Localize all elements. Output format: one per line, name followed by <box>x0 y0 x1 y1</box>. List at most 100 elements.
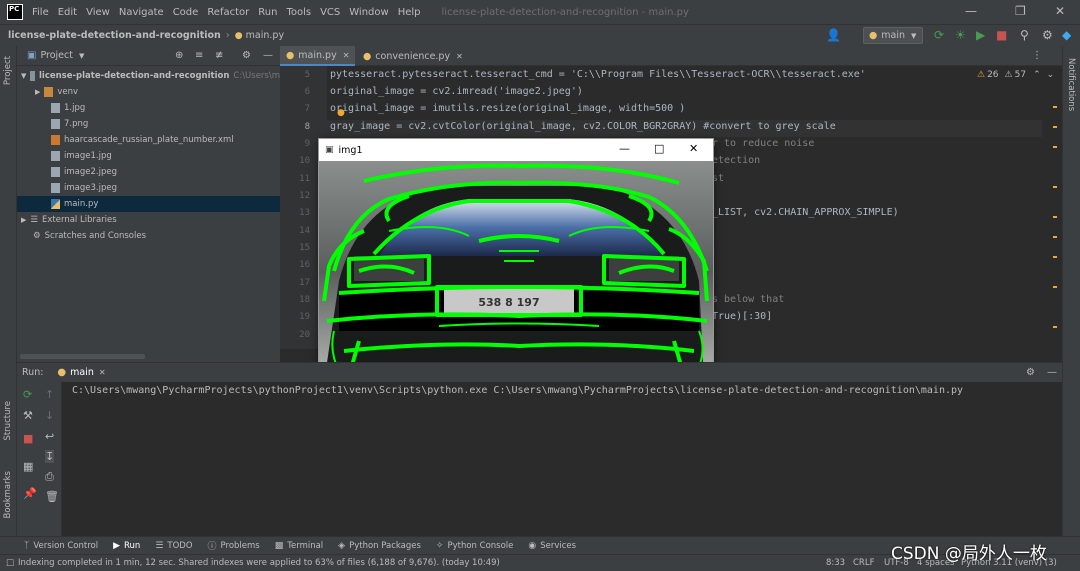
print-icon[interactable]: ⎙ <box>45 470 54 484</box>
menu-vcs[interactable]: VCS <box>320 7 340 18</box>
image-window-titlebar[interactable]: ▣ img1 — □ ✕ <box>319 139 713 161</box>
terminal-icon: ▩ <box>274 540 284 551</box>
tree-root[interactable]: ▼ license-plate-detection-and-recognitio… <box>17 68 280 84</box>
navigation-bar: license-plate-detection-and-recognition … <box>0 24 1080 46</box>
breadcrumb-project[interactable]: license-plate-detection-and-recognition <box>8 30 221 41</box>
close-tab-icon[interactable]: ✕ <box>456 52 463 61</box>
project-panel-title[interactable]: Project <box>40 50 73 61</box>
collapse-all-icon[interactable]: ≢ <box>215 50 223 61</box>
gear-icon[interactable]: ⚙ <box>1026 367 1035 378</box>
image-window[interactable]: ▣ img1 — □ ✕ 538 8 197 <box>318 138 714 384</box>
debug-icon[interactable]: ☀ <box>955 28 966 42</box>
breadcrumb-file[interactable]: main.py <box>246 30 284 41</box>
line-number: 10 <box>299 156 310 166</box>
run-console[interactable]: ⟳ ↑ ⚒ ↓ ■ ↩ ↧ ▦ ⎙ 📌 🗑 C:\Users\mwang\Pyc… <box>17 382 1062 536</box>
tree-item-file[interactable]: 7.png <box>17 116 280 132</box>
tool-tab-problems[interactable]: ⓘ Problems <box>208 539 260 553</box>
status-layout-icon[interactable]: □ <box>6 558 14 568</box>
chevron-up-icon[interactable]: ⌃ <box>1033 70 1041 80</box>
tree-item-file[interactable]: image1.jpg <box>17 148 280 164</box>
folder-icon: ▣ <box>27 50 37 61</box>
minimize-icon[interactable]: — <box>965 4 977 18</box>
arrow-down-icon[interactable]: ↓ <box>45 409 54 422</box>
arrow-up-icon[interactable]: ↑ <box>45 388 54 401</box>
menu-help[interactable]: Help <box>398 7 421 18</box>
tab-main-py[interactable]: ● main.py ✕ <box>280 46 355 66</box>
tree-item-venv[interactable]: ▶ venv <box>17 84 280 100</box>
rerun-icon[interactable]: ⟳ <box>23 388 32 401</box>
menu-tools[interactable]: Tools <box>286 7 311 18</box>
tool-tab-python-console[interactable]: ✧ Python Console <box>436 541 513 551</box>
layout-icon[interactable]: ▦ <box>23 460 33 473</box>
stop-icon[interactable]: ■ <box>996 28 1007 42</box>
expand-all-icon[interactable]: ≡ <box>195 50 203 61</box>
menu-run[interactable]: Run <box>258 7 277 18</box>
project-stripe-button[interactable]: Project <box>3 56 13 85</box>
menu-window[interactable]: Window <box>349 7 388 18</box>
tree-root-path: C:\Users\m <box>233 71 280 81</box>
minimize-icon[interactable]: — <box>619 142 630 155</box>
line-separator[interactable]: CRLF <box>853 558 874 568</box>
line-number: 5 <box>304 70 310 80</box>
tool-tab-version-control[interactable]: ᛉ Version Control <box>24 541 98 551</box>
tree-item-file[interactable]: image3.jpeg <box>17 180 280 196</box>
tree-item-file[interactable]: 1.jpg <box>17 100 280 116</box>
tree-item-file[interactable]: haarcascade_russian_plate_number.xml <box>17 132 280 148</box>
pin-icon[interactable]: 📌 <box>23 487 37 500</box>
tab-convenience-py[interactable]: ● convenience.py ✕ <box>357 46 463 66</box>
chevron-right-icon: ▶ <box>21 216 27 224</box>
restore-icon[interactable]: ❐ <box>1015 4 1026 18</box>
soft-wrap-icon[interactable]: ↩ <box>45 430 54 443</box>
tree-item-main-py[interactable]: main.py <box>17 196 280 212</box>
stop-icon[interactable]: ■ <box>23 432 33 445</box>
structure-stripe-button[interactable]: Structure <box>3 401 13 441</box>
menu-navigate[interactable]: Navigate <box>119 7 164 18</box>
close-tab-icon[interactable]: ✕ <box>99 368 106 377</box>
coverage-icon[interactable]: ▶ <box>976 28 985 42</box>
chevron-down-icon[interactable]: ▼ <box>79 52 84 60</box>
close-icon[interactable]: ✕ <box>689 142 698 155</box>
wrench-icon[interactable]: ⚒ <box>23 409 33 422</box>
bookmarks-stripe-button[interactable]: Bookmarks <box>3 471 13 519</box>
tree-external-libraries[interactable]: ▶ ☰ External Libraries <box>17 212 280 228</box>
menu-file[interactable]: File <box>32 7 49 18</box>
tool-tab-todo[interactable]: ☰ TODO <box>155 541 192 551</box>
packages-icon: ◈ <box>338 540 346 551</box>
status-message[interactable]: Indexing completed in 1 min, 12 sec. Sha… <box>18 558 500 568</box>
maximize-icon[interactable]: □ <box>654 142 664 155</box>
user-icon[interactable]: 👤 <box>826 28 841 42</box>
more-options-icon[interactable]: ⋮ <box>1032 50 1042 61</box>
tree-item-file[interactable]: image2.jpeg <box>17 164 280 180</box>
menu-refactor[interactable]: Refactor <box>207 7 249 18</box>
tree-scratches[interactable]: ⚙ Scratches and Consoles <box>17 228 280 244</box>
menu-view[interactable]: View <box>86 7 110 18</box>
close-icon[interactable]: ✕ <box>1055 4 1065 18</box>
plugin-icon[interactable]: ◆ <box>1062 28 1071 42</box>
tool-tab-services[interactable]: ◉ Services <box>528 541 576 551</box>
chevron-down-icon[interactable]: ⌄ <box>1047 70 1055 80</box>
close-tab-icon[interactable]: ✕ <box>343 51 350 60</box>
locate-icon[interactable]: ⊕ <box>175 50 183 61</box>
folder-icon <box>30 71 35 81</box>
settings-icon[interactable]: ⚙ <box>1042 28 1053 42</box>
trash-icon[interactable]: 🗑 <box>45 490 59 503</box>
rerun-icon[interactable]: ⟳ <box>934 28 944 42</box>
search-icon[interactable]: ⚲ <box>1020 28 1029 42</box>
gear-icon[interactable]: ⚙ <box>242 50 251 61</box>
menu-code[interactable]: Code <box>173 7 199 18</box>
run-tab-main[interactable]: main <box>70 367 94 378</box>
notifications-stripe-button[interactable]: Notifications <box>1066 58 1076 111</box>
run-configuration-select[interactable]: ● main ▼ <box>863 27 923 44</box>
inspection-widget[interactable]: ⚠ 26 ⚠ 57 ⌃ ⌄ <box>977 70 1054 80</box>
menu-edit[interactable]: Edit <box>58 7 77 18</box>
tool-tab-python-packages[interactable]: ◈ Python Packages <box>338 541 421 551</box>
tool-tab-run[interactable]: ▶ Run <box>113 541 140 551</box>
tree-item-label: 7.png <box>64 119 89 129</box>
caret-position[interactable]: 8:33 <box>826 558 845 568</box>
horizontal-scrollbar[interactable] <box>20 354 145 359</box>
hide-panel-icon[interactable]: — <box>263 50 273 61</box>
tool-tab-terminal[interactable]: ▩ Terminal <box>275 541 323 551</box>
error-stripe[interactable] <box>1053 86 1057 346</box>
scroll-to-end-icon[interactable]: ↧ <box>45 450 55 463</box>
hide-panel-icon[interactable]: — <box>1047 367 1057 378</box>
